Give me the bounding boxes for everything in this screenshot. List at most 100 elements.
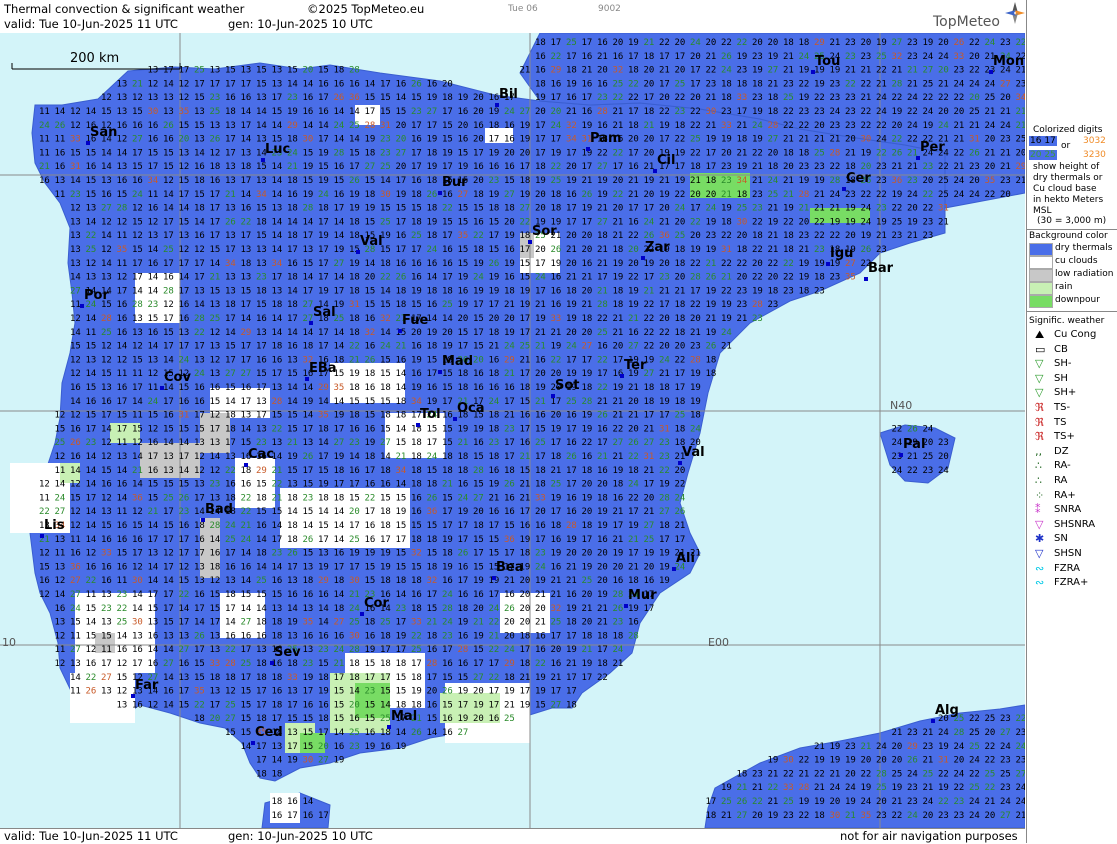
sig-label: RA [1054,475,1067,486]
svg-text:18: 18 [427,631,438,641]
svg-text:24: 24 [1016,742,1026,752]
svg-text:16: 16 [442,411,453,421]
svg-text:13: 13 [241,148,252,158]
svg-text:17: 17 [675,162,686,172]
svg-text:29: 29 [256,466,267,476]
svg-text:17: 17 [582,535,593,545]
svg-text:18: 18 [675,424,686,434]
city-label-sor: Sor [532,224,557,239]
svg-text:20: 20 [923,176,934,186]
svg-text:27: 27 [101,204,112,214]
svg-text:24: 24 [907,121,918,131]
svg-text:15: 15 [86,411,97,421]
svg-text:13: 13 [287,576,298,586]
svg-text:18: 18 [597,231,608,241]
svg-text:17: 17 [706,162,717,172]
city-marker [270,661,274,665]
city-label-tou: Tou [815,54,840,69]
svg-text:18: 18 [582,521,593,531]
svg-text:23: 23 [737,300,748,310]
svg-text:14: 14 [303,797,314,807]
svg-text:17: 17 [442,107,453,117]
svg-text:21: 21 [39,162,50,172]
svg-text:17: 17 [132,383,143,393]
svg-text:12: 12 [101,452,112,462]
svg-text:24: 24 [845,783,856,793]
svg-text:27: 27 [427,107,438,117]
svg-text:28: 28 [659,493,670,503]
svg-text:24: 24 [70,604,81,614]
svg-text:18: 18 [644,52,655,62]
svg-text:20: 20 [830,797,841,807]
svg-text:19: 19 [535,576,546,586]
svg-text:11: 11 [117,259,128,269]
city-label-eba: EBa [309,361,337,376]
desc-line-4: in hekto Meters [1033,195,1103,205]
svg-text:26: 26 [675,507,686,517]
svg-text:13: 13 [179,148,190,158]
svg-text:16: 16 [86,397,97,407]
svg-text:18: 18 [287,231,298,241]
svg-text:11: 11 [55,645,66,655]
svg-text:15: 15 [210,245,221,255]
svg-text:20: 20 [985,162,996,172]
svg-text:17: 17 [272,273,283,283]
svg-text:19: 19 [582,659,593,669]
svg-text:21: 21 [659,369,670,379]
svg-text:18: 18 [675,259,686,269]
svg-text:11: 11 [39,135,50,145]
svg-text:14: 14 [380,176,391,186]
svg-text:17: 17 [132,659,143,669]
svg-text:12: 12 [210,576,221,586]
forecast-map[interactable]: 18 17 25 17 16 20 19 21 22 20 24 20 22 22 20 20 18 18 29 21… [0,33,1025,828]
svg-text:34: 34 [272,259,283,269]
svg-text:21: 21 [768,231,779,241]
svg-text:22: 22 [985,756,996,766]
svg-text:31: 31 [938,756,949,766]
svg-text:18: 18 [272,300,283,310]
svg-text:25: 25 [349,121,360,131]
svg-text:21: 21 [861,66,872,76]
svg-text:18: 18 [349,659,360,669]
svg-text:17: 17 [582,38,593,48]
svg-text:20: 20 [458,121,469,131]
svg-text:16: 16 [628,217,639,227]
sig-label: SH [1054,373,1068,384]
svg-text:14: 14 [163,438,174,448]
svg-text:23: 23 [907,52,918,62]
svg-text:24: 24 [969,756,980,766]
svg-text:20: 20 [969,93,980,103]
svg-text:21: 21 [768,245,779,255]
svg-text:16: 16 [504,162,515,172]
bg-swatch-low-radiation [1029,269,1053,282]
svg-text:25: 25 [225,535,236,545]
svg-text:15: 15 [442,121,453,131]
svg-text:19: 19 [892,783,903,793]
city-label-mon: Mon [993,54,1024,69]
svg-text:21: 21 [768,79,779,89]
svg-text:14: 14 [148,576,159,586]
svg-text:13: 13 [303,562,314,572]
svg-text:22: 22 [985,190,996,200]
svg-text:19: 19 [613,273,624,283]
svg-text:15: 15 [132,107,143,117]
svg-text:13: 13 [256,93,267,103]
svg-text:18: 18 [442,549,453,559]
svg-text:15: 15 [380,424,391,434]
city-marker [842,187,846,191]
svg-text:22: 22 [923,204,934,214]
svg-text:20: 20 [628,397,639,407]
svg-text:18: 18 [380,259,391,269]
svg-text:17: 17 [210,204,221,214]
svg-text:24: 24 [473,273,484,283]
svg-text:20: 20 [349,700,360,710]
svg-text:17: 17 [241,231,252,241]
svg-text:16: 16 [334,631,345,641]
city-label-igu: Igu [830,246,853,261]
svg-text:15: 15 [520,466,531,476]
svg-text:15: 15 [365,562,376,572]
svg-text:17: 17 [256,411,267,421]
svg-text:11: 11 [70,535,81,545]
svg-text:19: 19 [396,742,407,752]
svg-text:18: 18 [504,673,515,683]
